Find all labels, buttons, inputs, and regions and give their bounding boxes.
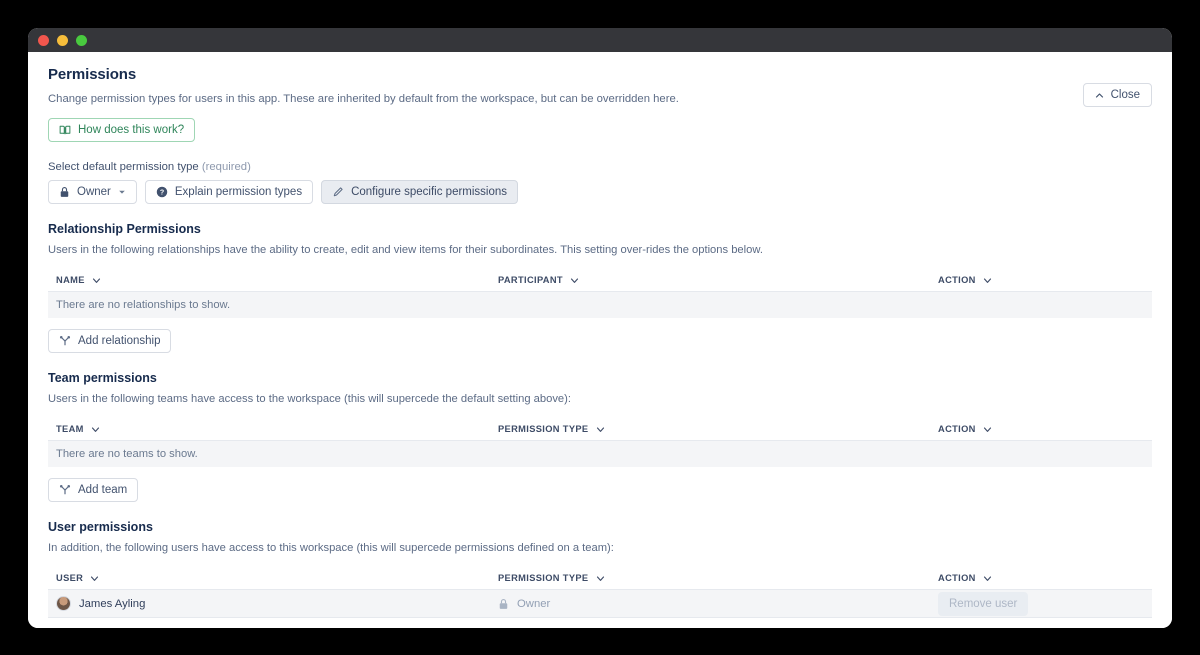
column-header-action-label: ACTION bbox=[938, 275, 976, 286]
window-close-button[interactable] bbox=[38, 34, 49, 46]
column-header-action[interactable]: ACTION bbox=[938, 573, 1152, 583]
user-cell: James Ayling bbox=[48, 596, 498, 612]
add-relationship-button[interactable]: Add relationship bbox=[48, 329, 172, 354]
app-window: Permissions Close Change permission type… bbox=[28, 28, 1172, 628]
question-circle-icon: ? bbox=[156, 186, 168, 198]
permission-type-select[interactable]: Owner bbox=[48, 180, 137, 205]
relationship-empty-row: There are no relationships to show. bbox=[48, 292, 1152, 319]
action-cell: Remove user bbox=[938, 591, 1152, 616]
team-section-description: Users in the following teams have access… bbox=[48, 393, 571, 406]
chevron-down-icon bbox=[90, 574, 99, 583]
team-table-header: TEAM PERMISSION TYPE ACTION bbox=[48, 418, 1152, 442]
chevron-up-icon bbox=[1095, 91, 1104, 100]
add-team-label: Add team bbox=[78, 484, 128, 497]
sitemap-icon bbox=[59, 484, 71, 496]
add-relationship-label: Add relationship bbox=[78, 335, 161, 348]
chevron-down-icon bbox=[983, 425, 992, 434]
column-header-action[interactable]: ACTION bbox=[938, 424, 1152, 434]
window-zoom-button[interactable] bbox=[76, 34, 87, 46]
chevron-down-icon bbox=[570, 276, 579, 285]
relationship-table-header: NAME PARTICIPANT ACTION bbox=[48, 269, 1152, 293]
column-header-participant-label: PARTICIPANT bbox=[498, 275, 563, 286]
pencil-icon bbox=[332, 186, 344, 198]
svg-text:?: ? bbox=[160, 189, 164, 197]
column-header-team-label: TEAM bbox=[56, 424, 84, 435]
column-header-participant[interactable]: PARTICIPANT bbox=[498, 275, 938, 285]
team-table: TEAM PERMISSION TYPE ACTION There are no… bbox=[48, 418, 1152, 468]
window-titlebar bbox=[28, 28, 1172, 52]
required-hint: (required) bbox=[201, 161, 251, 174]
remove-user-label: Remove user bbox=[949, 597, 1018, 610]
book-icon bbox=[59, 124, 71, 136]
close-button[interactable]: Close bbox=[1082, 83, 1152, 107]
lock-icon bbox=[498, 598, 509, 610]
close-button-label: Close bbox=[1110, 89, 1140, 101]
permission-type-value: Owner bbox=[517, 597, 551, 610]
add-team-row: Add team bbox=[48, 478, 1152, 503]
table-row[interactable]: James Ayling Owner Remove user bbox=[48, 590, 1152, 619]
relationship-section-description: Users in the following relationships hav… bbox=[48, 244, 763, 257]
avatar bbox=[56, 596, 71, 612]
column-header-action-label: ACTION bbox=[938, 573, 976, 584]
user-section-description: In addition, the following users have ac… bbox=[48, 542, 614, 555]
chevron-down-icon bbox=[92, 276, 101, 285]
default-permission-controls: Owner ? Explain permission types Configu… bbox=[48, 180, 1152, 205]
chevron-down-icon bbox=[596, 425, 605, 434]
how-does-this-work-label: How does this work? bbox=[78, 124, 185, 137]
chevron-down-icon bbox=[596, 574, 605, 583]
chevron-down-icon bbox=[983, 276, 992, 285]
explain-permission-types-button[interactable]: ? Explain permission types bbox=[144, 180, 314, 205]
permission-type-value: Owner bbox=[77, 186, 111, 199]
lock-icon bbox=[59, 186, 70, 198]
configure-specific-permissions-button[interactable]: Configure specific permissions bbox=[321, 180, 519, 205]
column-header-name[interactable]: NAME bbox=[48, 275, 498, 285]
column-header-permission-type[interactable]: PERMISSION TYPE bbox=[498, 573, 938, 583]
chevron-down-icon bbox=[983, 574, 992, 583]
permission-type-cell: Owner bbox=[498, 598, 938, 610]
add-relationship-row: Add relationship bbox=[48, 329, 1152, 354]
permissions-panel: Permissions Close Change permission type… bbox=[28, 52, 1172, 628]
column-header-user-label: USER bbox=[56, 573, 84, 584]
remove-user-button[interactable]: Remove user bbox=[938, 591, 1029, 616]
chevron-down-icon bbox=[118, 188, 126, 196]
explain-permission-types-label: Explain permission types bbox=[174, 186, 303, 199]
add-team-button[interactable]: Add team bbox=[48, 478, 139, 503]
column-header-action[interactable]: ACTION bbox=[938, 275, 1152, 285]
page-title: Permissions bbox=[48, 66, 137, 83]
user-table-header: USER PERMISSION TYPE ACTION bbox=[48, 567, 1152, 591]
sitemap-icon bbox=[59, 335, 71, 347]
panel-description: Change permission types for users in thi… bbox=[48, 93, 679, 105]
how-does-this-work-button[interactable]: How does this work? bbox=[48, 118, 196, 143]
configure-specific-permissions-label: Configure specific permissions bbox=[351, 186, 508, 199]
team-section-title: Team permissions bbox=[48, 371, 157, 386]
relationship-table: NAME PARTICIPANT ACTION There are no rel… bbox=[48, 269, 1152, 319]
relationship-section-title: Relationship Permissions bbox=[48, 222, 201, 237]
default-permission-label: Select default permission type (required… bbox=[48, 161, 1152, 173]
team-empty-row: There are no teams to show. bbox=[48, 441, 1152, 468]
column-header-permission-type[interactable]: PERMISSION TYPE bbox=[498, 424, 938, 434]
column-header-name-label: NAME bbox=[56, 275, 85, 286]
chevron-down-icon bbox=[91, 425, 100, 434]
user-table: USER PERMISSION TYPE ACTION James Ayling… bbox=[48, 567, 1152, 619]
column-header-user[interactable]: USER bbox=[48, 573, 498, 583]
default-permission-label-text: Select default permission type bbox=[48, 161, 199, 174]
column-header-permission-type-label: PERMISSION TYPE bbox=[498, 573, 589, 584]
help-row: How does this work? bbox=[48, 118, 1152, 143]
column-header-permission-type-label: PERMISSION TYPE bbox=[498, 424, 589, 435]
window-minimize-button[interactable] bbox=[57, 34, 68, 46]
column-header-action-label: ACTION bbox=[938, 424, 976, 435]
user-section-title: User permissions bbox=[48, 520, 153, 535]
column-header-team[interactable]: TEAM bbox=[48, 424, 498, 434]
user-name: James Ayling bbox=[79, 597, 146, 610]
